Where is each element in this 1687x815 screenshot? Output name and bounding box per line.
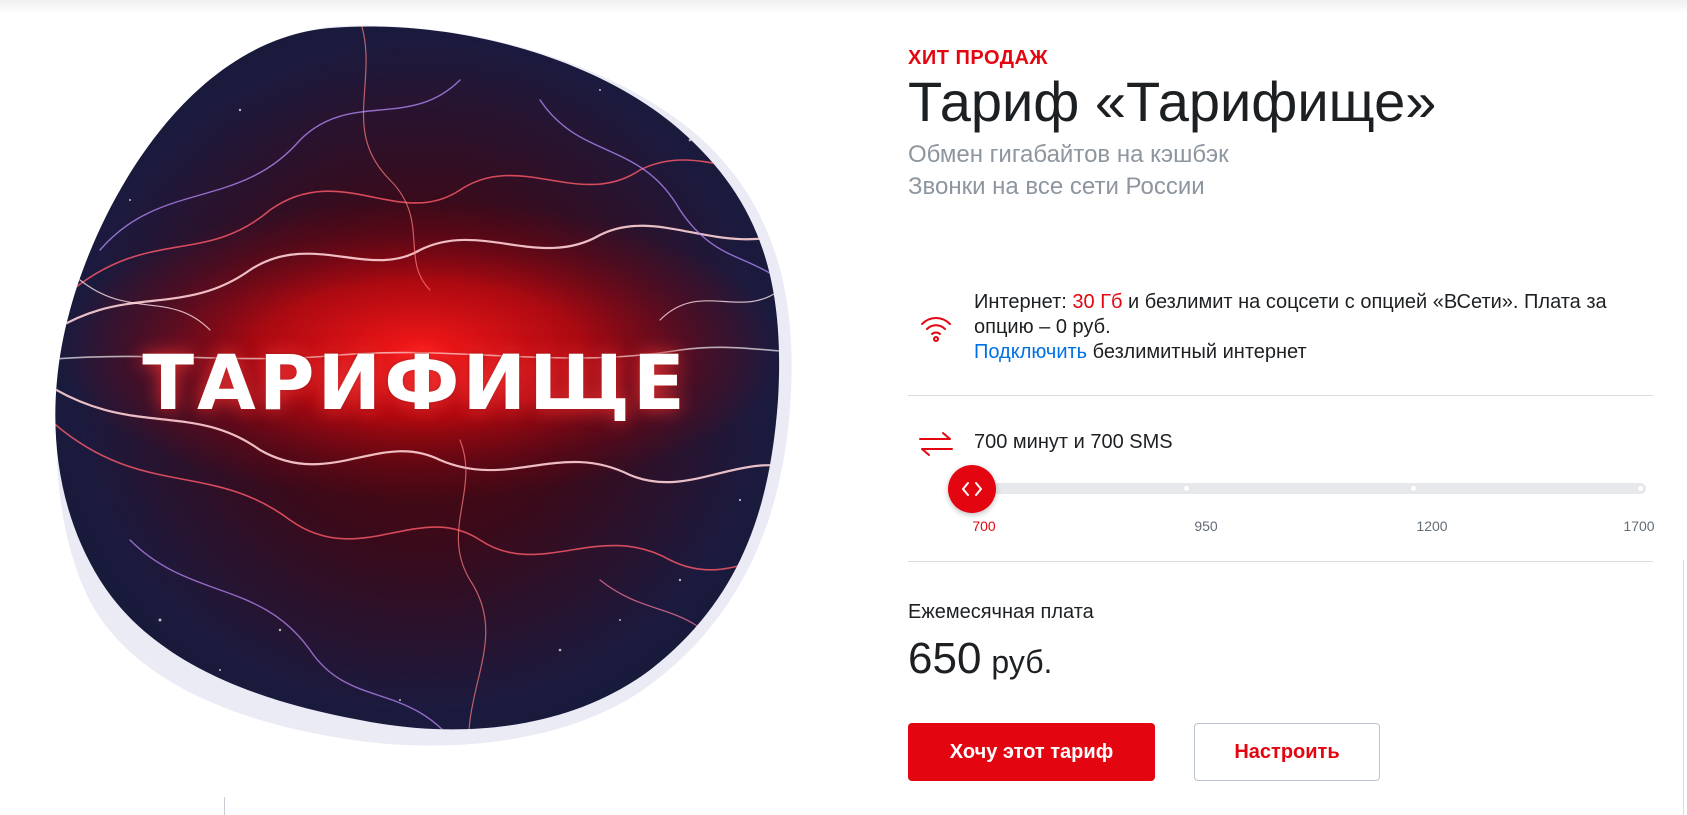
slider-tick-label[interactable]: 1200 (1416, 518, 1447, 534)
slider-tick-dot (1411, 486, 1416, 491)
arrows-exchange-icon (919, 432, 953, 456)
section-divider (908, 395, 1653, 396)
slider-tick-label[interactable]: 950 (1194, 518, 1217, 534)
monthly-fee-price: 650 руб. (908, 634, 1052, 684)
configure-button[interactable]: Настроить (1194, 723, 1380, 781)
price-unit: руб. (991, 644, 1053, 680)
connect-link-suffix: безлимитный интернет (1087, 341, 1307, 363)
connect-unlimited-link[interactable]: Подключить (974, 341, 1087, 363)
minutes-sms-value: 700 минут и 700 SMS (974, 431, 1173, 453)
internet-description: Интернет: 30 Гб и безлимит на соцсети с … (974, 290, 1644, 365)
tariff-page: ТАРИФИЩЕ ХИТ ПРОДАЖ Тариф «Тарифище» Обм… (0, 0, 1687, 815)
minutes-slider-handle[interactable] (948, 465, 996, 513)
tariff-hero-image: ТАРИФИЩЕ (40, 20, 800, 760)
tariff-subtitle-line: Звонки на все сети России (908, 173, 1205, 200)
slider-tick-label[interactable]: 1700 (1623, 518, 1654, 534)
internet-prefix: Интернет: (974, 291, 1073, 313)
internet-volume: 30 Гб (1072, 291, 1123, 313)
chevrons-left-right-icon (962, 482, 982, 496)
tariff-subtitle-line: Обмен гигабайтов на кэшбэк (908, 141, 1229, 168)
slider-tick-dot (1638, 486, 1643, 491)
tariff-title: Тариф «Тарифище» (908, 70, 1437, 133)
price-value: 650 (908, 634, 982, 683)
monthly-fee-label: Ежемесячная плата (908, 601, 1094, 623)
minutes-slider-track[interactable] (948, 483, 1646, 494)
tariff-info: ХИТ ПРОДАЖ Тариф «Тарифище» Обмен гигаба… (908, 0, 1655, 815)
slider-tick-dot (1184, 486, 1189, 491)
bestseller-badge: ХИТ ПРОДАЖ (908, 47, 1048, 69)
slider-tick-label[interactable]: 700 (972, 518, 995, 534)
section-divider (908, 561, 1653, 562)
wifi-icon (921, 317, 951, 342)
want-tariff-button[interactable]: Хочу этот тариф (908, 723, 1155, 781)
decorative-divider (224, 797, 225, 815)
hero-image-title: ТАРИФИЩЕ (142, 338, 688, 427)
decorative-divider (1683, 560, 1684, 815)
